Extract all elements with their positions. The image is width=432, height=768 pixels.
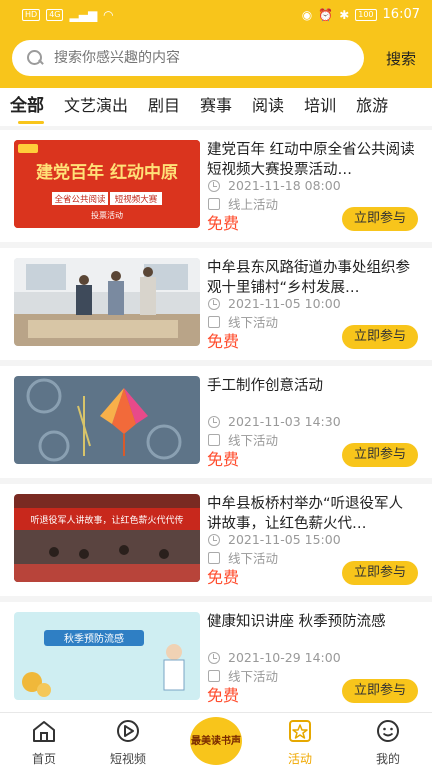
nav-activity-label: 活动 [287, 752, 312, 766]
battery-indicator: 100 [355, 8, 377, 21]
clock-time: 16:07 [382, 7, 420, 22]
activity-thumbnail: 秋季预防流感 [14, 612, 200, 700]
visit-photo-image [14, 258, 200, 346]
nav-home-label: 首页 [31, 752, 56, 766]
tab-all[interactable]: 全部 [10, 88, 44, 126]
star-badge-icon [289, 720, 311, 742]
activity-card[interactable]: 秋季预防流感 健康知识讲座 秋季预防流感 2021-10-29 14:00 线下… [0, 602, 432, 714]
home-icon [33, 721, 55, 742]
clock-icon [208, 415, 220, 428]
activity-date: 2021-11-05 10:00 [208, 296, 341, 311]
category-tabs: 全部 文艺演出 剧目 赛事 阅读 培训 旅游 [0, 88, 432, 126]
activity-date: 2021-11-18 08:00 [208, 178, 341, 193]
reading-logo-button[interactable]: 最美读书声 [190, 717, 242, 765]
svg-text:全省公共阅读: 全省公共阅读 [54, 194, 106, 205]
join-button[interactable]: 立即参与 [342, 561, 418, 585]
activity-price: 免费 [207, 450, 240, 469]
activity-card[interactable]: 建党百年 红动中原 全省公共阅读 短视频大赛 投票活动 建党百年 红动中原全省公… [0, 130, 432, 242]
nav-mine-label: 我的 [375, 752, 400, 766]
search-input[interactable] [54, 50, 334, 66]
activity-title: 中牟县东风路街道办事处组织参观十里铺村“乡村发展… [207, 260, 410, 296]
smiley-icon [377, 720, 399, 742]
play-icon [117, 720, 139, 742]
activity-price: 免费 [207, 332, 240, 351]
status-bar: HD 4G ▂▄▆ ◠ ◉ ⏰ ✱ 100 16:07 [0, 0, 432, 32]
tab-performance[interactable]: 文艺演出 [64, 88, 128, 126]
bottom-nav: 首页 短视频 最美读书声 活动 我的 [0, 712, 432, 768]
activity-title: 中牟县板桥村举办“听退役军人讲故事，让红色薪火代… [207, 496, 404, 532]
join-button[interactable]: 立即参与 [342, 207, 418, 231]
activity-thumbnail [14, 376, 200, 464]
nav-video-label: 短视频 [109, 752, 146, 766]
join-button[interactable]: 立即参与 [342, 679, 418, 703]
tab-travel[interactable]: 旅游 [356, 88, 388, 126]
search-bar[interactable] [12, 40, 364, 76]
activity-card[interactable]: 中牟县东风路街道办事处组织参观十里铺村“乡村发展… 2021-11-05 10:… [0, 248, 432, 360]
header: HD 4G ▂▄▆ ◠ ◉ ⏰ ✱ 100 16:07 搜索 [0, 0, 432, 88]
logo-text: 最美读书声 [191, 735, 241, 747]
svg-text:听退役军人讲故事，让红色薪火代代传: 听退役军人讲故事，让红色薪火代代传 [30, 514, 183, 526]
clock-icon [208, 179, 220, 192]
eye-icon: ◉ [301, 7, 313, 22]
activity-title: 健康知识讲座 秋季预防流感 [207, 614, 386, 630]
nav-activity[interactable]: 活动 [270, 719, 330, 767]
tab-drama[interactable]: 剧目 [148, 88, 180, 126]
svg-text:秋季预防流感: 秋季预防流感 [64, 632, 124, 645]
activity-date: 2021-11-03 14:30 [208, 414, 341, 429]
activity-thumbnail: 建党百年 红动中原 全省公共阅读 短视频大赛 投票活动 [14, 140, 200, 228]
activity-date: 2021-10-29 14:00 [208, 650, 341, 665]
tab-contest[interactable]: 赛事 [200, 88, 232, 126]
join-button[interactable]: 立即参与 [342, 443, 418, 467]
nav-video[interactable]: 短视频 [98, 719, 158, 767]
party-centenary-poster-image: 建党百年 红动中原 全省公共阅读 短视频大赛 投票活动 [14, 140, 200, 228]
nav-home[interactable]: 首页 [14, 719, 74, 767]
activity-card[interactable]: 听退役军人讲故事，让红色薪火代代传 中牟县板桥村举办“听退役军人讲故事，让红色薪… [0, 484, 432, 596]
search-button[interactable]: 搜索 [386, 48, 416, 69]
activity-price: 免费 [207, 686, 240, 705]
paper-craft-image [14, 376, 200, 464]
location-icon [208, 315, 220, 328]
signal-icon: ▂▄▆ [69, 8, 98, 22]
join-button[interactable]: 立即参与 [342, 325, 418, 349]
nav-mine[interactable]: 我的 [358, 719, 418, 767]
activity-thumbnail: 听退役军人讲故事，让红色薪火代代传 [14, 494, 200, 582]
network-indicator: 4G [46, 9, 64, 21]
bluetooth-icon: ✱ [339, 7, 350, 22]
clock-icon [208, 651, 220, 664]
activity-date: 2021-11-05 15:00 [208, 532, 341, 547]
svg-text:建党百年 红动中原: 建党百年 红动中原 [36, 162, 178, 183]
activity-title: 建党百年 红动中原全省公共阅读短视频大赛投票活动… [207, 142, 415, 178]
tab-training[interactable]: 培训 [304, 88, 336, 126]
flu-prevention-poster-image: 秋季预防流感 [14, 612, 200, 700]
location-icon [208, 669, 220, 682]
location-icon [208, 433, 220, 446]
activity-thumbnail [14, 258, 200, 346]
hd-indicator: HD [22, 9, 41, 21]
alarm-icon: ⏰ [318, 7, 334, 22]
wifi-icon: ◠ [103, 8, 114, 22]
activity-card[interactable]: 手工制作创意活动 2021-11-03 14:30 线下活动 免费 立即参与 [0, 366, 432, 478]
svg-text:投票活动: 投票活动 [91, 210, 123, 220]
online-icon [208, 197, 220, 210]
clock-icon [208, 533, 220, 546]
activity-title: 手工制作创意活动 [207, 378, 323, 394]
location-icon [208, 551, 220, 564]
tab-reading[interactable]: 阅读 [252, 88, 284, 126]
clock-icon [208, 297, 220, 310]
veteran-talk-photo-image: 听退役军人讲故事，让红色薪火代代传 [14, 494, 200, 582]
activity-price: 免费 [207, 214, 240, 233]
search-icon [26, 49, 44, 67]
activity-price: 免费 [207, 568, 240, 587]
svg-text:短视频大赛: 短视频大赛 [115, 194, 158, 205]
